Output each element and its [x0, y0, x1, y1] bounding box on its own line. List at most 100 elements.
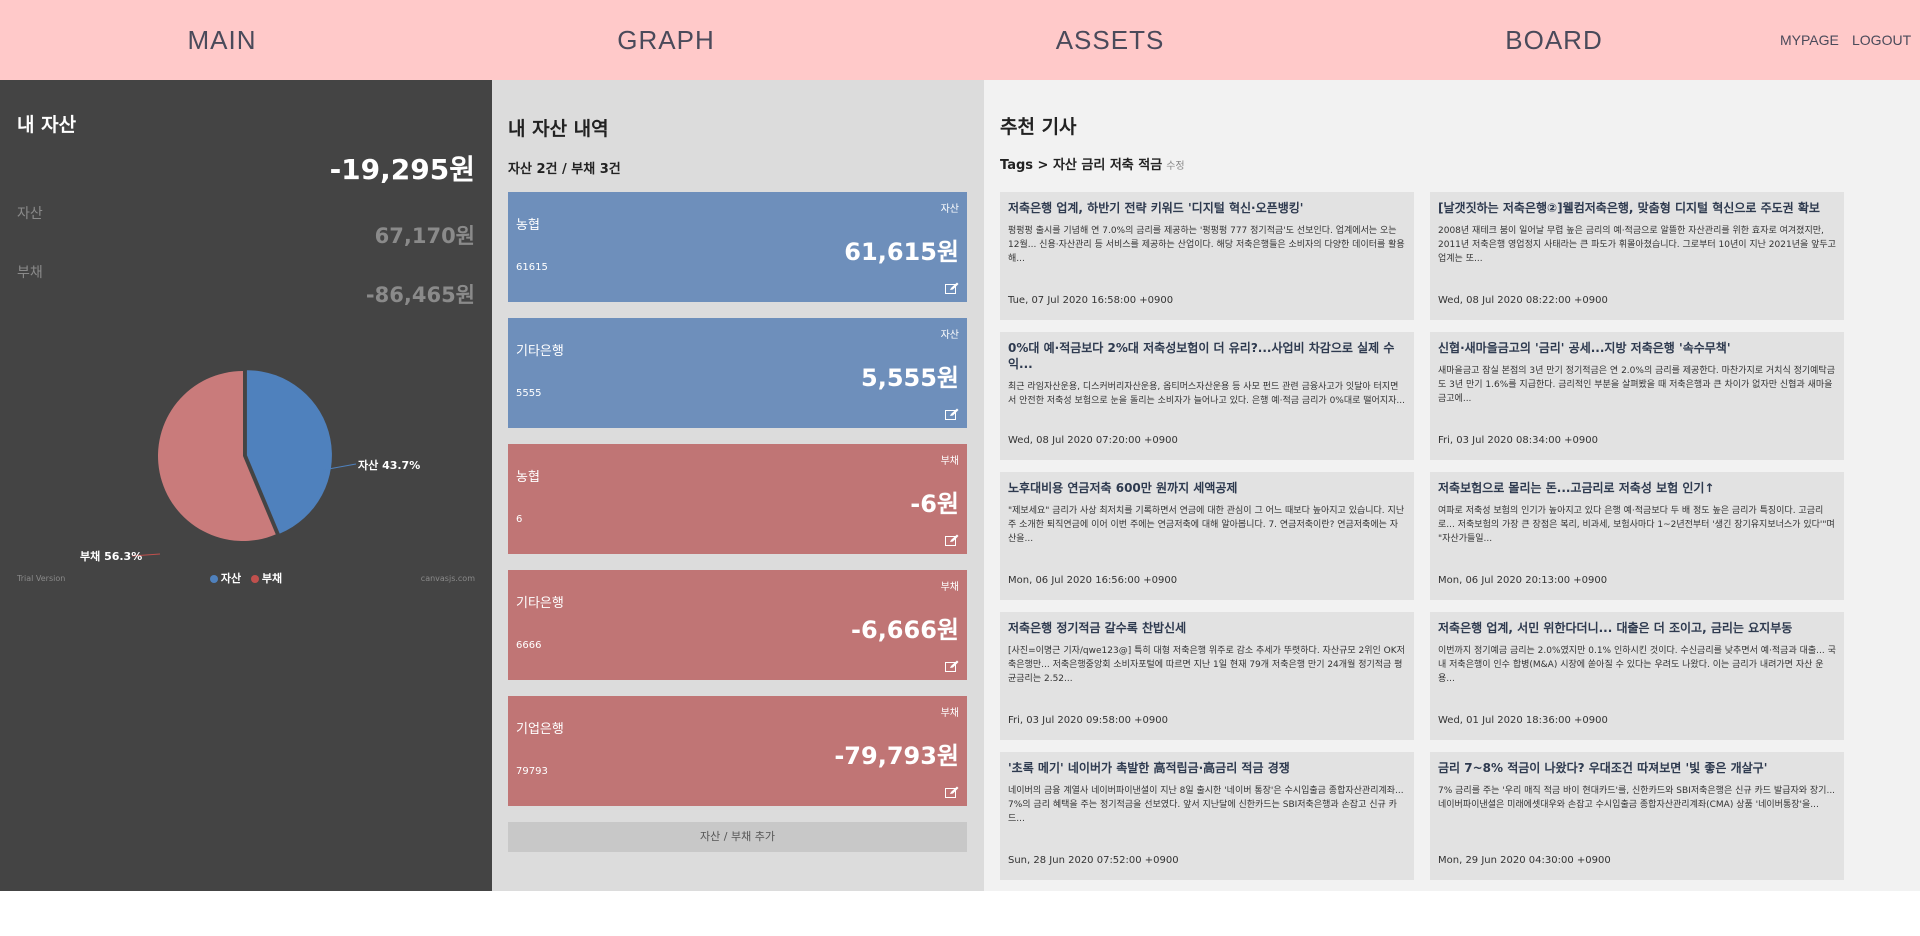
nav-assets[interactable]: ASSETS — [888, 0, 1332, 80]
article-card[interactable]: 저축은행 정기적금 갈수록 찬밥신세 [사진=이명근 기자/qwe123@] 특… — [1000, 612, 1414, 740]
article-snippet: 2008년 재테크 붐이 일어날 무렵 높은 금리의 예·적금으로 알뜰한 자산… — [1438, 226, 1836, 264]
article-date: Fri, 03 Jul 2020 08:34:00 +0900 — [1438, 435, 1598, 446]
ledger-card[interactable]: 자산 기타은행 5,555원 5555 — [508, 318, 967, 428]
article-title[interactable]: 저축은행 정기적금 갈수록 찬밥신세 — [1008, 620, 1406, 636]
asset-ledger-panel: 내 자산 내역 자산 2건 / 부채 3건 자산 농협 61,615원 6161… — [492, 80, 984, 891]
ledger-card[interactable]: 부채 기타은행 -6,666원 6666 — [508, 570, 967, 680]
asset-summary-panel: 내 자산 -19,295원 자산 67,170원 부채 -86,465원 자산 … — [0, 80, 492, 891]
article-date: Mon, 06 Jul 2020 20:13:00 +0900 — [1438, 575, 1608, 586]
article-date: Fri, 03 Jul 2020 09:58:00 +0900 — [1008, 715, 1168, 726]
article-title[interactable]: 저축은행 업계, 서민 위한다더니... 대출은 더 조이고, 금리는 요지부동 — [1438, 620, 1836, 636]
article-snippet: 새마을금고 잠실 본점의 3년 만기 정기적금은 연 2.0%의 금리를 제공한… — [1438, 366, 1835, 404]
article-date: Wed, 01 Jul 2020 18:36:00 +0900 — [1438, 715, 1608, 726]
article-snippet: "제보세요" 금리가 사상 최저치를 기록하면서 연금에 대한 관심이 그 어느… — [1008, 506, 1405, 544]
article-card[interactable]: 0%대 예·적금보다 2%대 저축성보험이 더 유리?...사업비 차감으로 실… — [1000, 332, 1414, 460]
legend-debt[interactable]: 부채 — [250, 570, 282, 586]
article-snippet: [사진=이명근 기자/qwe123@] 특히 대형 저축은행 위주로 감소 추세… — [1008, 646, 1405, 684]
article-date: Mon, 06 Jul 2020 16:56:00 +0900 — [1008, 575, 1178, 586]
tag-edit-link[interactable]: 수정 — [1166, 161, 1184, 172]
article-card[interactable]: [날갯짓하는 저축은행②]웰컴저축은행, 맞춤형 디지털 혁신으로 주도권 확보… — [1430, 192, 1844, 320]
article-title[interactable]: 저축은행 업계, 하반기 전략 키워드 '디지털 혁신·오픈뱅킹' — [1008, 200, 1406, 216]
card-raw-value: 6666 — [516, 640, 542, 651]
card-bank: 농협 — [516, 470, 540, 485]
legend-asset-dot — [209, 575, 218, 583]
nav-main[interactable]: MAIN — [0, 0, 444, 80]
card-value: -79,793원 — [834, 742, 959, 770]
article-card[interactable]: 저축은행 업계, 서민 위한다더니... 대출은 더 조이고, 금리는 요지부동… — [1430, 612, 1844, 740]
nav-mypage[interactable]: MYPAGE — [1780, 0, 1839, 80]
article-snippet: 7% 금리를 주는 '우리 매직 적금 바이 현대카드'를, 신한카드와 SBI… — [1438, 786, 1836, 810]
card-value: -6,666원 — [851, 616, 959, 644]
article-title[interactable]: 신협·새마을금고의 '금리' 공세...지방 저축은행 '속수무책' — [1438, 340, 1836, 356]
edit-icon[interactable] — [945, 660, 959, 672]
article-snippet: 최근 라임자산운용, 디스커버리자산운용, 옵티머스자산운용 등 사모 펀드 관… — [1008, 382, 1405, 406]
summary-title: 내 자산 — [17, 114, 77, 136]
article-title[interactable]: [날갯짓하는 저축은행②]웰컴저축은행, 맞춤형 디지털 혁신으로 주도권 확보 — [1438, 200, 1836, 216]
card-kind: 자산 — [940, 204, 959, 215]
asset-amount: 67,170원 — [374, 224, 475, 248]
card-kind: 부채 — [940, 582, 959, 593]
article-card[interactable]: 저축은행 업계, 하반기 전략 키워드 '디지털 혁신·오픈뱅킹' 펑펑펑 출시… — [1000, 192, 1414, 320]
article-card[interactable]: 금리 7~8% 적금이 나왔다? 우대조건 따져보면 '빛 좋은 개살구' 7%… — [1430, 752, 1844, 880]
nav-board[interactable]: BOARD — [1332, 0, 1776, 80]
article-snippet: 여파로 저축성 보험의 인기가 높아지고 있다 은행 예·적금보다 두 배 정도… — [1438, 506, 1835, 544]
article-date: Tue, 07 Jul 2020 16:58:00 +0900 — [1008, 295, 1174, 306]
card-bank: 기타은행 — [516, 596, 564, 611]
legend-debt-dot — [250, 575, 259, 583]
news-title: 추천 기사 — [1000, 116, 1077, 138]
card-value: 5,555원 — [861, 364, 959, 392]
edit-icon[interactable] — [945, 408, 959, 420]
ledger-title: 내 자산 내역 — [508, 118, 609, 140]
card-bank: 기타은행 — [516, 344, 564, 359]
article-snippet: 네이버의 금융 계열사 네이버파이낸셜이 지난 8일 출시한 '네이버 통장'은… — [1008, 786, 1404, 824]
ledger-card[interactable]: 부채 기업은행 -79,793원 79793 — [508, 696, 967, 806]
nav-logout[interactable]: LOGOUT — [1852, 0, 1911, 80]
card-bank: 농협 — [516, 218, 540, 233]
card-raw-value: 79793 — [516, 766, 548, 777]
add-entry-button[interactable]: 자산 / 부채 추가 — [508, 822, 967, 852]
news-panel: 추천 기사 Tags > 자산 금리 저축 적금 수정 저축은행 업계, 하반기 … — [984, 80, 1920, 891]
net-total: -19,295원 — [329, 153, 475, 186]
card-raw-value: 6 — [516, 514, 523, 525]
edit-icon[interactable] — [945, 282, 959, 294]
debt-amount: -86,465원 — [365, 283, 475, 307]
top-nav: MAIN GRAPH ASSETS BOARD MYPAGE LOGOUT — [0, 0, 1920, 80]
article-title[interactable]: 금리 7~8% 적금이 나왔다? 우대조건 따져보면 '빛 좋은 개살구' — [1438, 760, 1836, 776]
article-date: Wed, 08 Jul 2020 08:22:00 +0900 — [1438, 295, 1608, 306]
trial-version-text: Trial Version — [17, 574, 66, 583]
tag-filter: Tags > 자산 금리 저축 적금 수정 — [1000, 154, 1185, 173]
ledger-card[interactable]: 부채 농협 -6원 6 — [508, 444, 967, 554]
card-kind: 부채 — [940, 708, 959, 719]
article-date: Mon, 29 Jun 2020 04:30:00 +0900 — [1438, 855, 1611, 866]
article-title[interactable]: '초록 메기' 네이버가 촉발한 高적립금·高금리 적금 경쟁 — [1008, 760, 1406, 776]
article-date: Sun, 28 Jun 2020 07:52:00 +0900 — [1008, 855, 1179, 866]
article-card[interactable]: 저축보험으로 몰리는 돈...고금리로 저축성 보험 인기↑ 여파로 저축성 보… — [1430, 472, 1844, 600]
tag-list: Tags > 자산 금리 저축 적금 — [1000, 158, 1163, 173]
legend-asset[interactable]: 자산 — [209, 570, 241, 586]
card-raw-value: 61615 — [516, 262, 548, 273]
ledger-card[interactable]: 자산 농협 61,615원 61615 — [508, 192, 967, 302]
article-card[interactable]: '초록 메기' 네이버가 촉발한 高적립금·高금리 적금 경쟁 네이버의 금융 … — [1000, 752, 1414, 880]
card-bank: 기업은행 — [516, 722, 564, 737]
card-value: -6원 — [910, 490, 959, 518]
chart-credit-link[interactable]: canvasjs.com — [421, 574, 475, 583]
card-kind: 부채 — [940, 456, 959, 467]
card-raw-value: 5555 — [516, 388, 542, 399]
card-value: 61,615원 — [844, 238, 959, 266]
article-snippet: 펑펑펑 출시를 기념해 연 7.0%의 금리를 제공하는 '펑펑펑 777 정기… — [1008, 226, 1405, 264]
article-title[interactable]: 0%대 예·적금보다 2%대 저축성보험이 더 유리?...사업비 차감으로 실… — [1008, 340, 1406, 372]
debt-label: 부채 — [17, 265, 43, 281]
pie-label-asset: 자산 43.7% — [358, 459, 421, 472]
edit-icon[interactable] — [945, 534, 959, 546]
edit-icon[interactable] — [945, 786, 959, 798]
nav-graph[interactable]: GRAPH — [444, 0, 888, 80]
article-card[interactable]: 신협·새마을금고의 '금리' 공세...지방 저축은행 '속수무책' 새마을금고… — [1430, 332, 1844, 460]
asset-label: 자산 — [17, 206, 43, 222]
article-card[interactable]: 노후대비용 연금저축 600만 원까지 세액공제 "제보세요" 금리가 사상 최… — [1000, 472, 1414, 600]
pie-label-debt: 부채 56.3% — [80, 550, 143, 563]
ledger-count: 자산 2건 / 부채 3건 — [508, 162, 621, 177]
article-title[interactable]: 노후대비용 연금저축 600만 원까지 세액공제 — [1008, 480, 1406, 496]
article-title[interactable]: 저축보험으로 몰리는 돈...고금리로 저축성 보험 인기↑ — [1438, 480, 1836, 496]
article-date: Wed, 08 Jul 2020 07:20:00 +0900 — [1008, 435, 1178, 446]
pie-legend: 자산 부채 — [0, 570, 492, 586]
